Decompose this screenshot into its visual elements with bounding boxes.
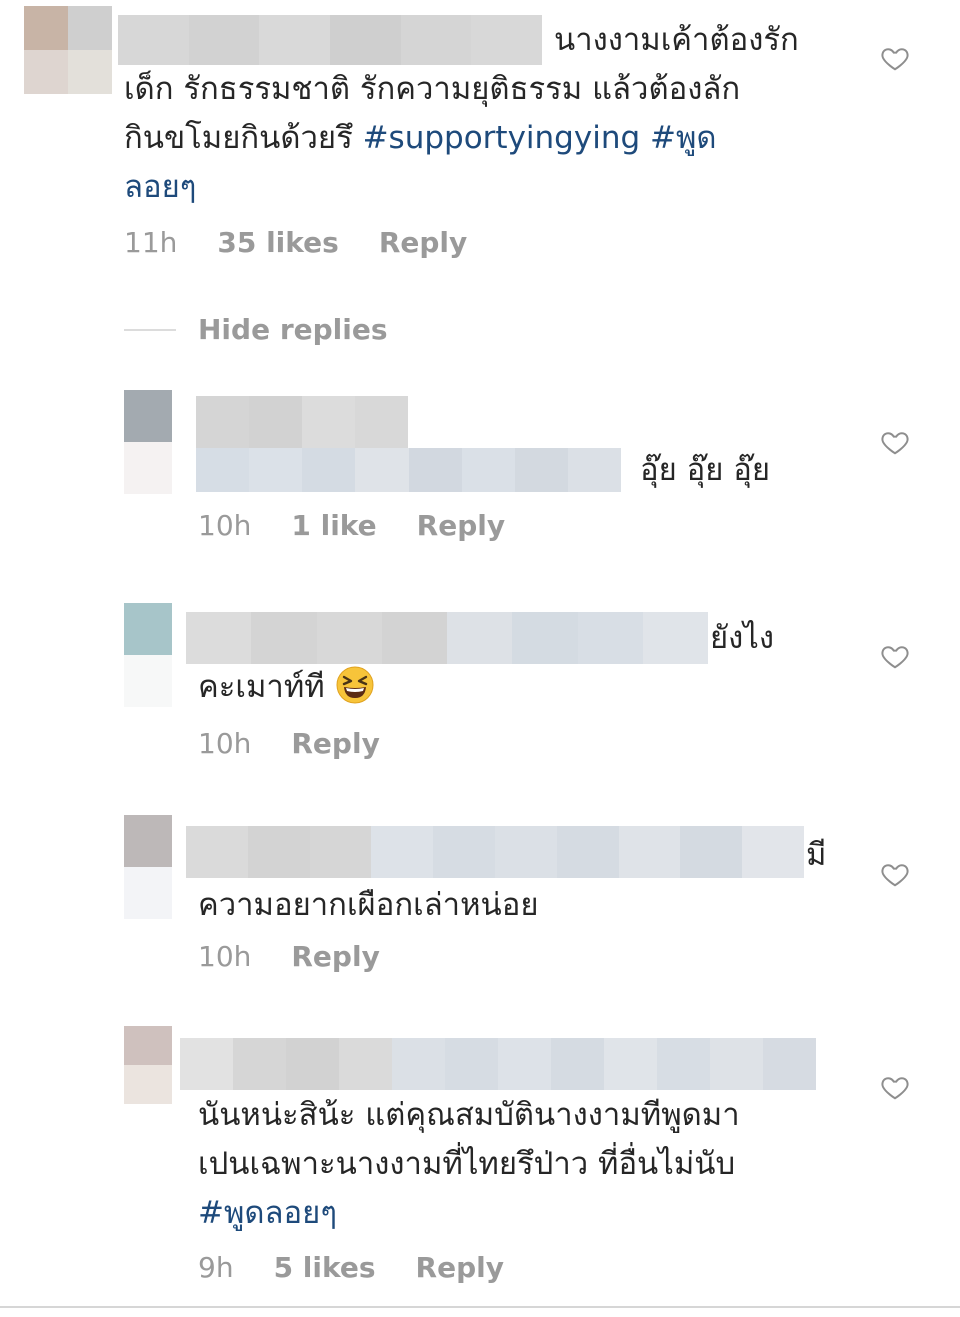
comment-text-line: เด็ก รักธรรมชาติ รักความยุติธรรม แล้วต้อ…: [124, 71, 741, 107]
avatar[interactable]: [124, 1026, 172, 1104]
avatar[interactable]: [124, 390, 172, 494]
avatar[interactable]: [24, 6, 112, 94]
timestamp: 10h: [198, 727, 252, 760]
heart-icon[interactable]: [880, 1072, 910, 1102]
timestamp: 9h: [198, 1251, 234, 1284]
reply-button[interactable]: Reply: [416, 1251, 504, 1284]
mention-redacted[interactable]: [196, 448, 621, 492]
comment-text-line: ยังไง: [710, 620, 775, 656]
heart-icon[interactable]: [880, 859, 910, 889]
mention-redacted[interactable]: [186, 612, 708, 664]
reply-button[interactable]: Reply: [379, 226, 467, 259]
reply-button[interactable]: Reply: [417, 509, 505, 542]
comment-text-line: นันหน่ะสิน้ะ แต่คุณสมบัตินางงามทีพูดมา: [198, 1097, 740, 1133]
comment-text-line: มี: [806, 837, 827, 873]
comment-text-line: ความอยากเผือกเล่าหน่อย: [198, 887, 539, 923]
hashtag-link[interactable]: #พูด: [640, 120, 717, 156]
likes-count[interactable]: 5 likes: [274, 1251, 376, 1284]
comment-text: กินขโมยกินด้วยรึ: [124, 120, 363, 156]
timestamp: 10h: [198, 940, 252, 973]
username-redacted[interactable]: [196, 396, 408, 448]
comment-text-line: นางงามเค้าต้องรัก: [554, 22, 799, 58]
reply-button[interactable]: Reply: [291, 727, 379, 760]
bottom-border: [0, 1306, 960, 1308]
timestamp: 10h: [198, 509, 252, 542]
comment-meta: 10h 1 like Reply: [198, 509, 545, 542]
reply-button[interactable]: Reply: [291, 940, 379, 973]
hashtag-link[interactable]: #พูดลอยๆ: [198, 1189, 337, 1238]
hide-replies-button[interactable]: Hide replies: [198, 313, 388, 346]
timestamp: 11h: [124, 226, 178, 259]
comment-text-line: อุ๊ย อุ๊ย อุ๊ย: [640, 452, 771, 488]
hashtag-link[interactable]: #supportyingying: [363, 120, 641, 156]
comment-text-line: กินขโมยกินด้วยรึ #supportyingying #พูด: [124, 114, 717, 163]
avatar[interactable]: [124, 603, 172, 707]
grinning-squinting-face-emoji: [336, 666, 374, 704]
likes-count[interactable]: 35 likes: [217, 226, 338, 259]
mention-redacted[interactable]: [180, 1038, 816, 1090]
comment-meta: 11h 35 likes Reply: [124, 226, 507, 259]
heart-icon[interactable]: [880, 427, 910, 457]
hide-replies-divider: [124, 329, 176, 331]
likes-count[interactable]: 1 like: [291, 509, 376, 542]
comment-text-line: คะเมาท์ที: [198, 663, 375, 712]
avatar[interactable]: [124, 815, 172, 919]
comment-meta: 10h Reply: [198, 727, 420, 760]
heart-icon[interactable]: [880, 43, 910, 73]
comment-meta: 9h 5 likes Reply: [198, 1251, 544, 1284]
comment-text-line: เปนเฉพาะนางงามที่ไทยรึป่าว ที่อื่นไม่นับ: [198, 1146, 736, 1182]
heart-icon[interactable]: [880, 641, 910, 671]
comment-text: คะเมาท์ที: [198, 669, 325, 705]
mention-redacted[interactable]: [186, 826, 804, 878]
comment-meta: 10h Reply: [198, 940, 420, 973]
username-redacted[interactable]: [118, 15, 543, 65]
hashtag-link[interactable]: ลอยๆ: [124, 163, 196, 212]
